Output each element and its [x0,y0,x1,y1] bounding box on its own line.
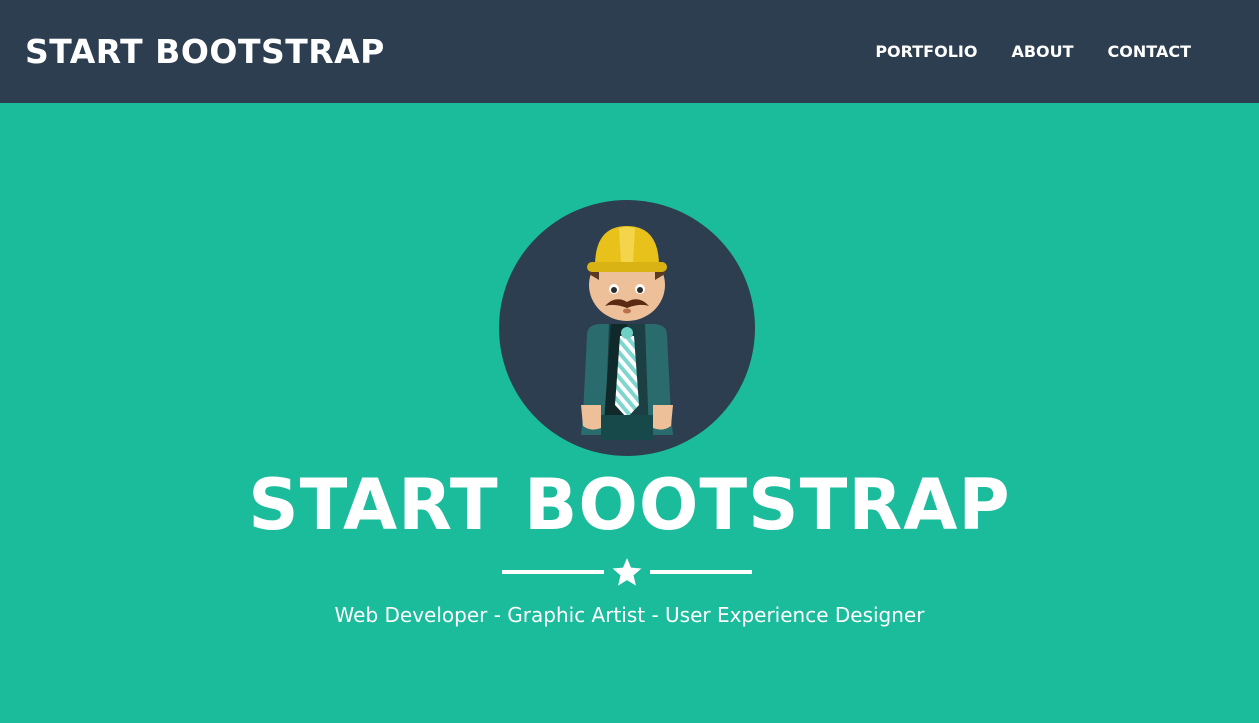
nav-link-contact[interactable]: CONTACT [1108,42,1191,61]
nav-links: PORTFOLIO ABOUT CONTACT [841,42,1259,61]
subtitle: Web Developer - Graphic Artist - User Ex… [334,603,925,627]
avatar [499,200,755,456]
nav-link-about[interactable]: ABOUT [1011,42,1073,61]
divider-line-right [650,570,752,574]
divider-line-left [502,570,604,574]
navbar: START BOOTSTRAP PORTFOLIO ABOUT CONTACT [0,0,1259,103]
star-icon [610,555,644,589]
star-divider [502,557,752,587]
construction-worker-avatar-icon [499,200,755,456]
brand-link[interactable]: START BOOTSTRAP [25,32,385,71]
masthead: START BOOTSTRAP Web Developer - Graphic … [0,103,1259,723]
page-title: START BOOTSTRAP [248,464,1011,546]
nav-link-portfolio[interactable]: PORTFOLIO [875,42,977,61]
